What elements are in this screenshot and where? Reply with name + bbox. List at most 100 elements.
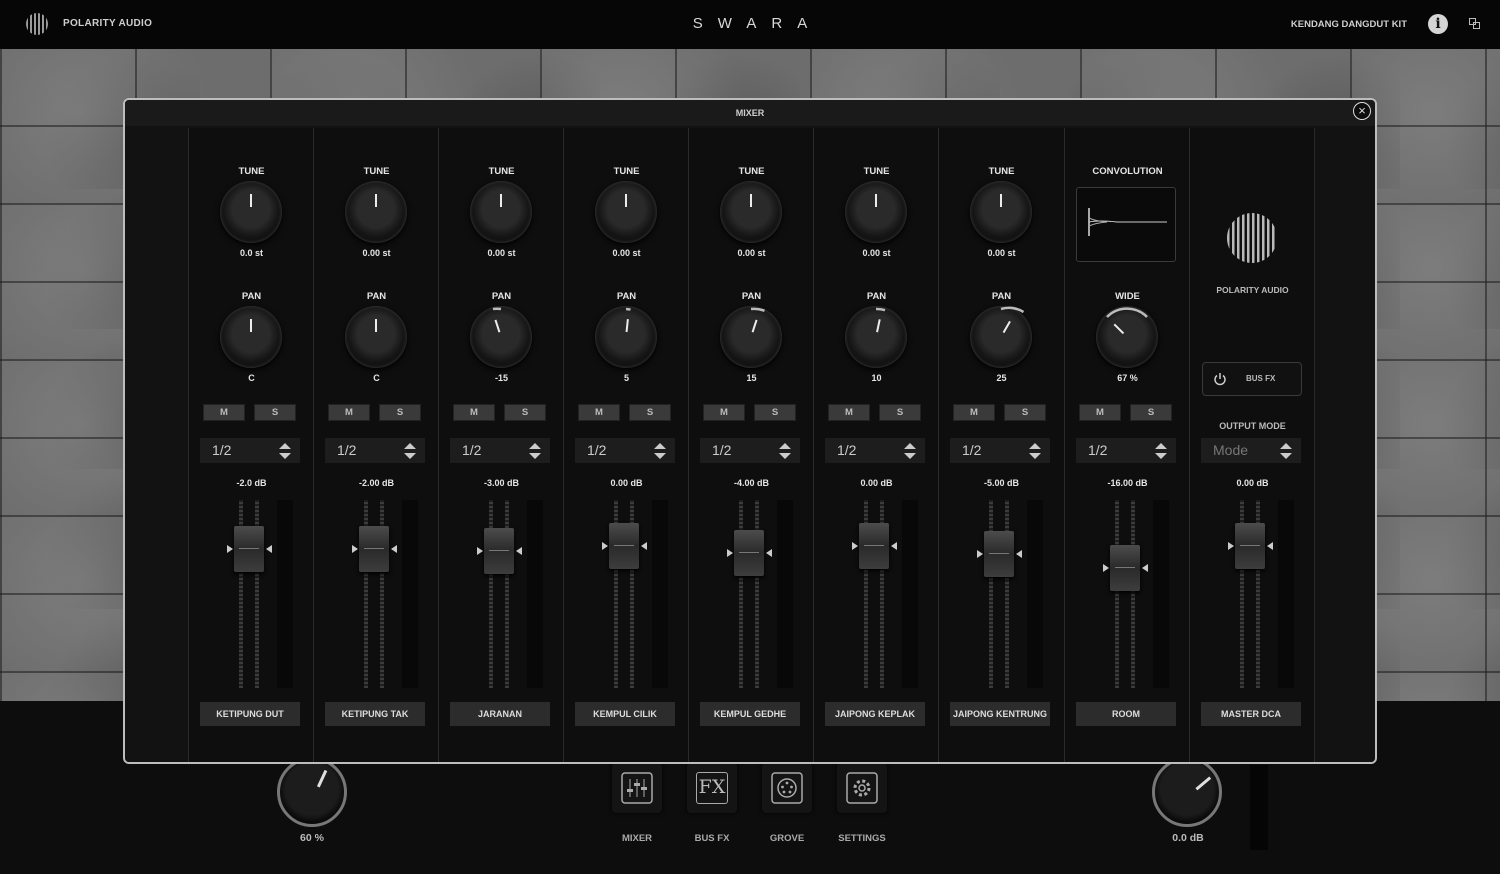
fader-marker-left	[852, 541, 858, 550]
nav-mixer-button[interactable]	[612, 763, 662, 813]
width-knob[interactable]	[1096, 306, 1158, 368]
pan-knob[interactable]	[970, 306, 1032, 368]
fader-handle[interactable]	[1110, 545, 1140, 592]
impulse-response-icon	[1088, 208, 1167, 236]
knob-pointer	[250, 319, 252, 332]
output-mode-select[interactable]: Mode	[1201, 438, 1301, 463]
impulse-response-display[interactable]	[1076, 187, 1176, 262]
mute-button[interactable]: M	[703, 404, 745, 421]
solo-button[interactable]: S	[379, 404, 421, 421]
mute-button[interactable]: M	[828, 404, 870, 421]
output-select[interactable]: 1/2	[325, 438, 425, 463]
output-select[interactable]: 1/2	[200, 438, 300, 463]
fader-handle[interactable]	[484, 528, 514, 575]
fader-marker-left	[227, 544, 233, 553]
channel-name[interactable]: KETIPUNG TAK	[325, 702, 425, 726]
bus-fx-label: BUS FX	[1246, 374, 1276, 383]
nav-groove-button[interactable]	[762, 763, 812, 813]
tune-knob[interactable]	[720, 181, 782, 243]
tune-knob[interactable]	[470, 181, 532, 243]
output-select[interactable]: 1/2	[700, 438, 800, 463]
level-meter	[777, 500, 793, 688]
right-knob[interactable]	[1152, 757, 1222, 827]
updown-arrow-icon	[404, 443, 416, 459]
info-icon[interactable]: i	[1428, 14, 1448, 34]
updown-arrow-icon	[1029, 443, 1041, 459]
pan-knob[interactable]	[720, 306, 782, 368]
fader-handle[interactable]	[859, 522, 889, 569]
output-select-value: 1/2	[587, 442, 607, 458]
solo-button[interactable]: S	[254, 404, 296, 421]
fader-handle[interactable]	[984, 531, 1014, 578]
fader-handle[interactable]	[234, 525, 264, 572]
knob-arc	[1000, 306, 1025, 314]
knob-pointer	[316, 769, 328, 788]
knob-pointer	[875, 194, 877, 207]
tune-value: 0.00 st	[987, 248, 1016, 258]
output-select[interactable]: 1/2	[950, 438, 1050, 463]
left-knob[interactable]	[277, 757, 347, 827]
tune-label: TUNE	[863, 166, 890, 177]
mute-button[interactable]: M	[203, 404, 245, 421]
close-icon[interactable]: ×	[1353, 102, 1371, 120]
mute-button[interactable]: M	[453, 404, 495, 421]
tune-knob[interactable]	[595, 181, 657, 243]
pan-knob[interactable]	[220, 306, 282, 368]
channel-name[interactable]: JAIPONG KEPLAK	[825, 702, 925, 726]
output-select[interactable]: 1/2	[1076, 438, 1176, 463]
channel-name[interactable]: MASTER DCA	[1201, 702, 1301, 726]
fader-marker-right	[641, 541, 647, 550]
tune-knob[interactable]	[345, 181, 407, 243]
bus-fx-toggle[interactable]: BUS FX	[1202, 362, 1302, 396]
mixer-left-margin	[125, 128, 188, 762]
pan-knob[interactable]	[595, 306, 657, 368]
solo-button[interactable]: S	[879, 404, 921, 421]
fader-marker-left	[1228, 541, 1234, 550]
tune-label: TUNE	[238, 166, 265, 177]
pan-knob[interactable]	[345, 306, 407, 368]
pan-value: C	[248, 373, 255, 383]
channel-name[interactable]: ROOM	[1076, 702, 1176, 726]
fader-handle[interactable]	[734, 529, 764, 576]
fader-handle[interactable]	[609, 522, 639, 569]
kit-name[interactable]: KENDANG DANGDUT KIT	[1291, 19, 1407, 30]
tune-knob[interactable]	[970, 181, 1032, 243]
pan-knob[interactable]	[845, 306, 907, 368]
output-select[interactable]: 1/2	[825, 438, 925, 463]
gear-icon	[846, 772, 878, 804]
gain-value: -4.00 dB	[733, 478, 769, 488]
fader-handle[interactable]	[1235, 522, 1265, 569]
channel-name[interactable]: KETIPUNG DUT	[200, 702, 300, 726]
tune-knob[interactable]	[845, 181, 907, 243]
output-select[interactable]: 1/2	[450, 438, 550, 463]
mute-button[interactable]: M	[328, 404, 370, 421]
mute-button[interactable]: M	[578, 404, 620, 421]
updown-arrow-icon	[1280, 443, 1292, 459]
knob-pointer	[375, 319, 377, 332]
fader-handle[interactable]	[359, 525, 389, 572]
channel-name[interactable]: JAIPONG KENTRUNG	[950, 702, 1050, 726]
solo-button[interactable]: S	[1130, 404, 1172, 421]
solo-button[interactable]: S	[1004, 404, 1046, 421]
pan-knob[interactable]	[470, 306, 532, 368]
solo-button[interactable]: S	[629, 404, 671, 421]
mute-button[interactable]: M	[953, 404, 995, 421]
solo-button[interactable]: S	[754, 404, 796, 421]
fader-marker-left	[977, 550, 983, 559]
channel-name[interactable]: KEMPUL GEDHE	[700, 702, 800, 726]
mute-button[interactable]: M	[1079, 404, 1121, 421]
mixer-right-margin	[1314, 128, 1375, 762]
knob-pointer	[1195, 776, 1212, 791]
channel-name[interactable]: KEMPUL CILIK	[575, 702, 675, 726]
nav-settings-button[interactable]	[837, 763, 887, 813]
nav-busfx-button[interactable]: FX	[687, 763, 737, 813]
output-select-value: 1/2	[962, 442, 982, 458]
solo-button[interactable]: S	[504, 404, 546, 421]
nav-settings-label: SETTINGS	[838, 833, 886, 844]
resize-icon[interactable]	[1469, 18, 1480, 29]
master-brand: POLARITY AUDIO	[1216, 285, 1289, 295]
tune-knob[interactable]	[220, 181, 282, 243]
output-select[interactable]: 1/2	[575, 438, 675, 463]
channel-name[interactable]: JARANAN	[450, 702, 550, 726]
groove-icon	[771, 772, 803, 804]
